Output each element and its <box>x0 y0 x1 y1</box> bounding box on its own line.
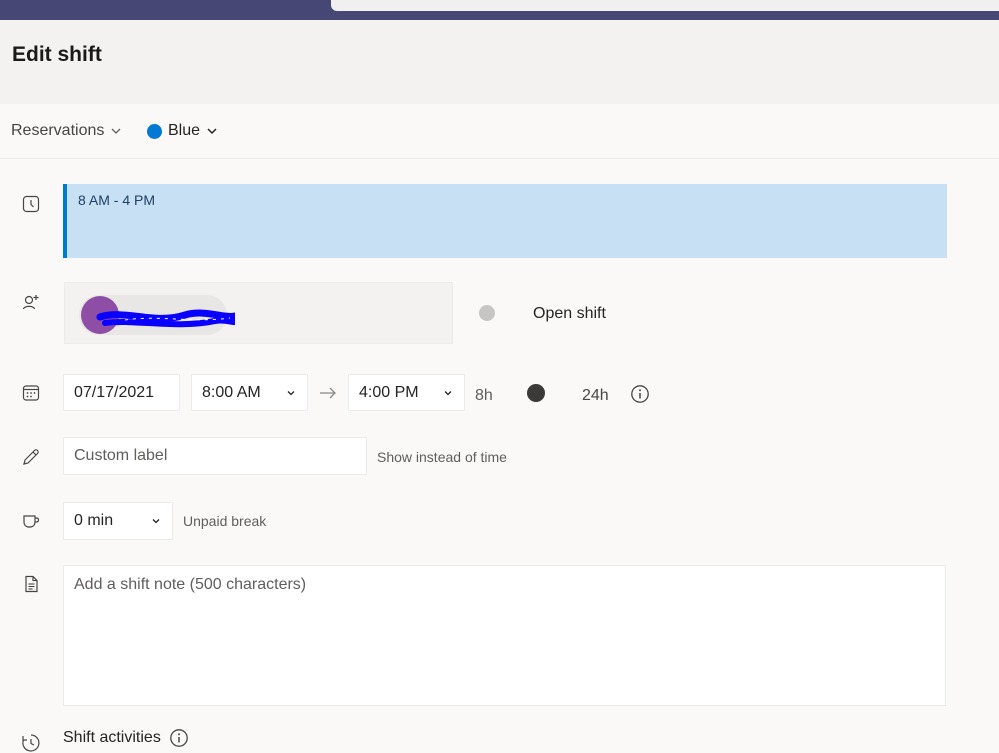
member-pill[interactable] <box>79 295 235 335</box>
cup-icon <box>23 515 40 528</box>
start-time-value: 8:00 AM <box>202 383 261 401</box>
toggle-knob <box>479 305 495 321</box>
arrow-right-icon <box>320 387 336 399</box>
dialog-header: Edit shift <box>0 20 999 104</box>
shift-note-textarea[interactable]: Add a shift note (500 characters) <box>63 565 946 706</box>
custom-label-hint: Show instead of time <box>377 449 507 465</box>
color-dropdown[interactable]: Blue <box>147 122 218 140</box>
custom-label-placeholder: Custom label <box>74 447 168 464</box>
open-shift-toggle[interactable] <box>476 302 522 324</box>
duration-label: 8h <box>475 387 493 404</box>
24h-label: 24h <box>582 387 609 404</box>
start-time-dropdown[interactable]: 8:00 AM <box>191 374 308 411</box>
date-field[interactable]: 07/17/2021 <box>63 374 180 411</box>
chevron-down-icon <box>444 390 452 395</box>
shift-activities-section[interactable]: Shift activities <box>63 728 189 748</box>
pencil-icon <box>23 449 39 465</box>
note-icon <box>25 575 38 593</box>
group-label: Reservations <box>11 122 105 139</box>
toggle-knob <box>527 384 545 402</box>
custom-label-input[interactable]: Custom label <box>63 437 367 475</box>
break-value: 0 min <box>74 512 114 529</box>
info-icon[interactable] <box>169 728 189 748</box>
member-picker[interactable] <box>64 282 453 344</box>
chevron-down-icon <box>207 128 217 135</box>
add-person-icon <box>22 295 39 310</box>
break-dropdown[interactable]: 0 min <box>63 502 173 540</box>
date-value: 07/17/2021 <box>74 383 155 401</box>
shift-activities-label: Shift activities <box>63 729 161 746</box>
calendar-icon <box>22 385 40 401</box>
chevron-down-icon <box>287 390 295 395</box>
color-swatch <box>147 123 162 139</box>
clock-icon <box>22 195 40 213</box>
shift-note-placeholder: Add a shift note (500 characters) <box>74 576 307 593</box>
end-time-dropdown[interactable]: 4:00 PM <box>348 374 465 411</box>
info-icon[interactable] <box>630 384 650 404</box>
activity-clock-icon <box>22 734 40 752</box>
shift-time-range: 8 AM - 4 PM <box>78 192 156 208</box>
24h-toggle[interactable] <box>525 382 571 404</box>
group-dropdown[interactable]: Reservations <box>11 122 122 140</box>
redacted-name-scribble <box>96 309 235 328</box>
shift-options-bar: Reservations Blue <box>0 104 999 159</box>
chevron-down-icon <box>152 519 160 524</box>
end-time-value: 4:00 PM <box>359 383 419 401</box>
color-label: Blue <box>168 122 201 139</box>
break-hint: Unpaid break <box>183 513 267 529</box>
open-shift-label: Open shift <box>533 305 606 322</box>
app-top-bar <box>0 0 999 20</box>
page-title: Edit shift <box>12 43 102 66</box>
search-bar[interactable] <box>331 0 999 11</box>
shift-time-block[interactable]: 8 AM - 4 PM <box>63 184 947 258</box>
chevron-down-icon <box>111 128 121 134</box>
